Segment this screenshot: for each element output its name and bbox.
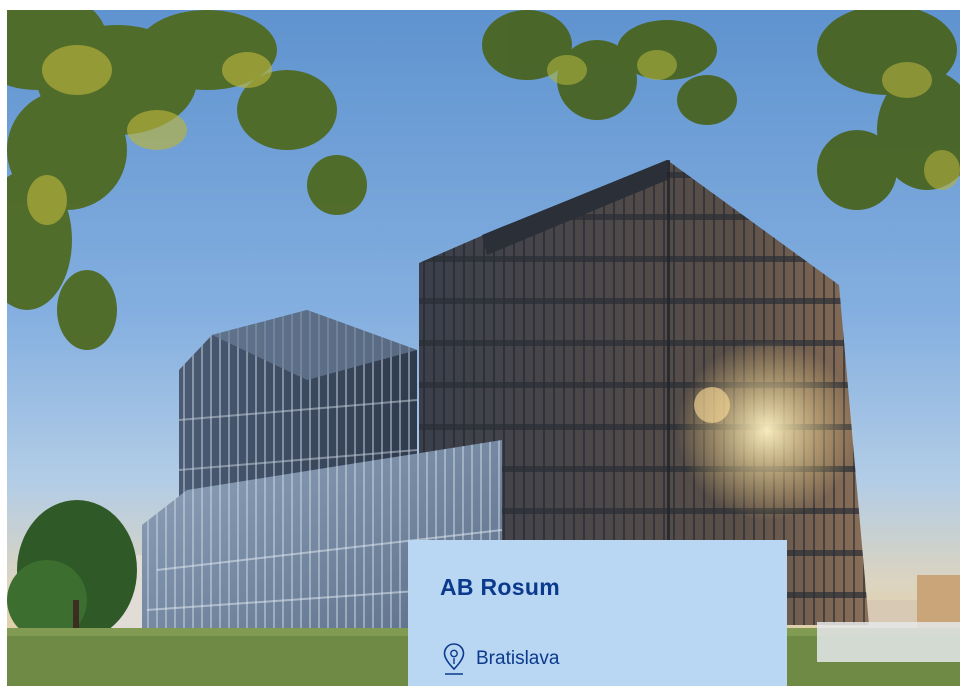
location-text: Bratislava: [476, 648, 560, 669]
map-pin-icon: [443, 643, 465, 675]
building-photo: AB Rosum Bratislava: [7, 10, 960, 686]
property-title[interactable]: AB Rosum: [440, 574, 755, 601]
property-card[interactable]: AB Rosum Bratislava: [408, 540, 787, 686]
property-location: Bratislava: [442, 642, 559, 676]
